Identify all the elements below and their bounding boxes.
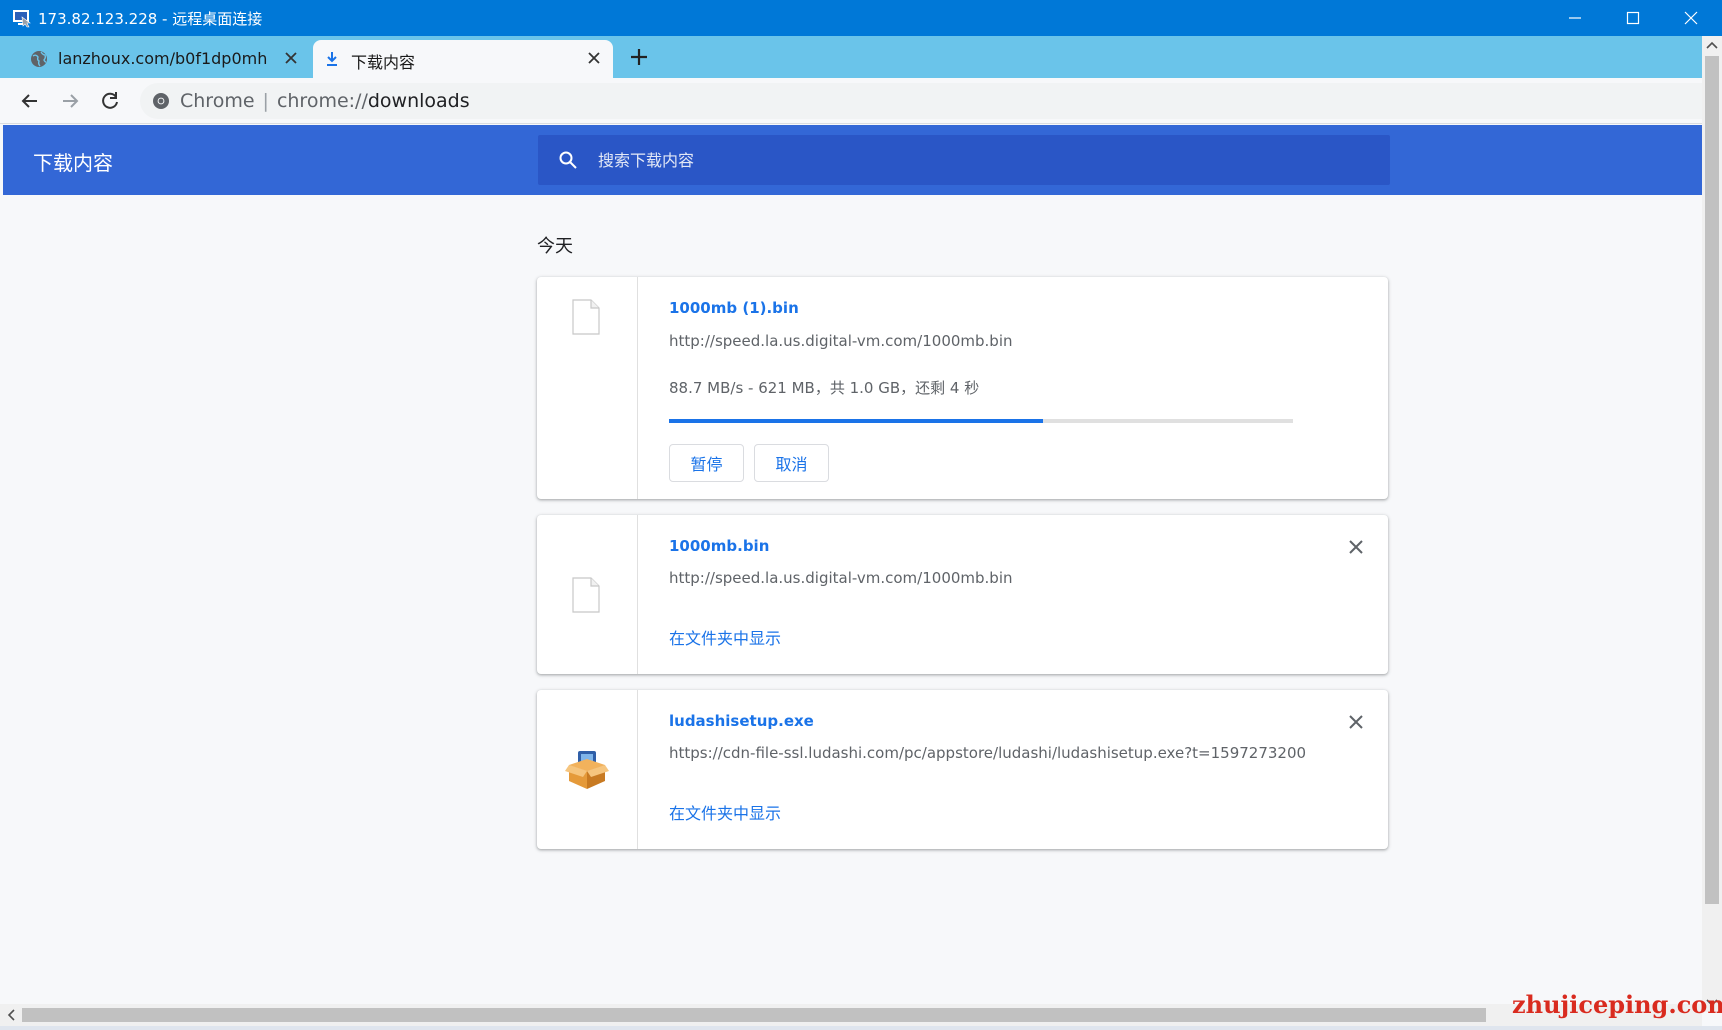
download-icon [327,52,337,66]
download-item: 1000mb.bin http://speed.la.us.digital-vm… [537,515,1388,674]
close-tab-icon[interactable] [282,49,300,67]
browser-toolbar: Chrome | chrome://downloads [0,78,1702,124]
search-icon [559,151,577,169]
installer-box-icon [565,751,609,789]
background-window-strip [0,1026,1722,1030]
progress-fill [669,419,1044,423]
horizontal-scrollbar[interactable] [0,1004,1702,1026]
pause-button[interactable]: 暂停 [669,444,744,482]
tab-label: 下载内容 [351,53,416,72]
cancel-button[interactable]: 取消 [754,444,829,482]
maximize-button[interactable] [1604,0,1662,36]
globe-icon [31,51,47,67]
address-bar[interactable]: Chrome | chrome://downloads [140,83,1702,119]
minimize-button[interactable] [1546,0,1604,36]
downloads-header: 下载内容 [3,125,1702,195]
tab-downloads[interactable]: 下载内容 [313,40,613,78]
show-in-folder-link[interactable]: 在文件夹中显示 [669,625,781,649]
file-name-link[interactable]: 1000mb (1).bin [669,299,799,317]
search-box[interactable] [538,135,1390,185]
tab-strip: lanzhoux.com/b0f1dp0mh 下载内容 [0,36,1722,78]
download-status: 88.7 MB/s - 621 MB，共 1.0 GB，还剩 4 秒 [669,379,980,397]
close-tab-icon[interactable] [585,49,603,67]
vertical-scroll-thumb[interactable] [1705,56,1719,904]
forward-arrow-icon[interactable] [57,88,83,114]
url-scheme: chrome:// [276,90,368,112]
maximize-icon [1626,11,1640,25]
source-url-link[interactable]: https://cdn-file-ssl.ludashi.com/pc/apps… [669,744,1306,762]
remote-desktop-icon [13,10,31,28]
close-icon [1684,11,1698,25]
show-in-folder-link[interactable]: 在文件夹中显示 [669,800,781,824]
file-icon [572,299,600,335]
scroll-up-arrow-icon[interactable] [1702,36,1722,56]
rdp-window-title: 173.82.123.228 - 远程桌面连接 [38,10,263,28]
download-item: ludashisetup.exe https://cdn-file-ssl.lu… [537,690,1388,849]
scroll-left-arrow-icon[interactable] [2,1005,22,1025]
page-title: 下载内容 [33,151,113,175]
file-icon-column [537,690,638,849]
url-path: downloads [367,90,470,112]
file-icon-column [537,515,638,674]
tab-lanzhoux[interactable]: lanzhoux.com/b0f1dp0mh [20,40,310,78]
horizontal-scroll-thumb[interactable] [22,1008,1486,1022]
vertical-scrollbar[interactable] [1702,36,1722,1012]
watermark: zhujiceping.com [1512,990,1722,1019]
source-url-link[interactable]: http://speed.la.us.digital-vm.com/1000mb… [669,332,1013,350]
file-icon [572,577,600,613]
file-name-link[interactable]: ludashisetup.exe [669,712,814,730]
rdp-title-bar: 173.82.123.228 - 远程桌面连接 [0,0,1722,36]
url-text: Chrome | chrome://downloads [180,90,470,112]
remove-item-icon[interactable] [1346,712,1366,732]
chrome-logo-icon [153,93,169,109]
search-input[interactable] [596,135,1376,185]
back-arrow-icon[interactable] [17,88,43,114]
close-window-button[interactable] [1662,0,1720,36]
minimize-icon [1569,17,1581,19]
download-item: 1000mb (1).bin http://speed.la.us.digita… [537,277,1388,499]
tab-label: lanzhoux.com/b0f1dp0mh [58,49,268,68]
download-progress-bar [669,419,1293,423]
date-group-label: 今天 [537,236,573,257]
new-tab-icon[interactable] [626,44,652,70]
reload-icon[interactable] [97,88,123,114]
remove-item-icon[interactable] [1346,537,1366,557]
file-name-link[interactable]: 1000mb.bin [669,537,769,555]
url-origin-chip: Chrome [180,90,255,112]
file-icon-column [537,277,638,499]
source-url-link[interactable]: http://speed.la.us.digital-vm.com/1000mb… [669,569,1013,587]
